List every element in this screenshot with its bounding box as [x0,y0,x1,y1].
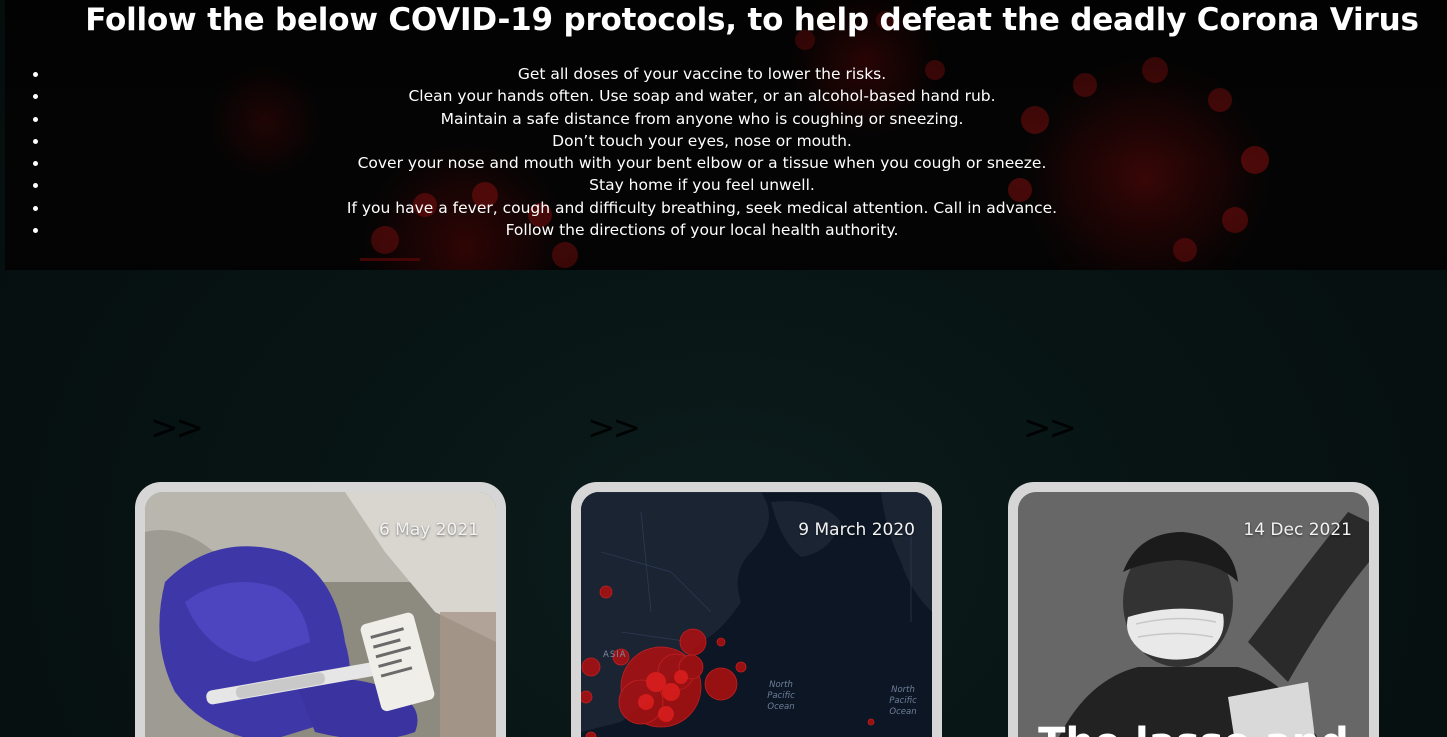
card-image: 6 May 2021 [145,492,496,737]
card-arrows: >> [587,408,641,448]
list-item: Don’t touch your eyes, nose or mouth. [49,130,1447,152]
page: Follow the below COVID-19 protocols, to … [0,0,1447,737]
card-image: ASIA North Pacific Ocean North Pacific Ocean… [581,492,932,737]
map-label-asia: ASIA [603,650,627,660]
card-headline: The lasso and [1018,720,1369,737]
card-date: 14 Dec 2021 [1243,520,1352,540]
list-item: Stay home if you feel unwell. [49,174,1447,196]
list-item: Maintain a safe distance from anyone who… [49,108,1447,130]
map-label-ocean: North Pacific Ocean [767,680,795,712]
list-item: Get all doses of your vaccine to lower t… [49,63,1447,85]
map-label-ocean: North Pacific Ocean [889,685,917,717]
news-card-masked-statue[interactable]: 14 Dec 2021 The lasso and [1008,482,1379,737]
list-item: Follow the directions of your local heal… [49,219,1447,241]
card-arrows: >> [1023,408,1077,448]
protocols-banner: Follow the below COVID-19 protocols, to … [5,0,1447,270]
card-date: 9 March 2020 [798,520,915,540]
list-item: If you have a fever, cough and difficult… [49,197,1447,219]
banner-title: Follow the below COVID-19 protocols, to … [85,2,1419,38]
card-arrows: >> [150,408,204,448]
list-item: Clean your hands often. Use soap and wat… [49,85,1447,107]
card-date: 6 May 2021 [378,520,479,540]
list-item: Cover your nose and mouth with your bent… [49,152,1447,174]
news-card-vaccine[interactable]: 6 May 2021 [135,482,506,737]
protocols-list: Get all doses of your vaccine to lower t… [5,63,1447,241]
card-image: 14 Dec 2021 The lasso and [1018,492,1369,737]
news-card-outbreak-map[interactable]: ASIA North Pacific Ocean North Pacific Ocean… [571,482,942,737]
